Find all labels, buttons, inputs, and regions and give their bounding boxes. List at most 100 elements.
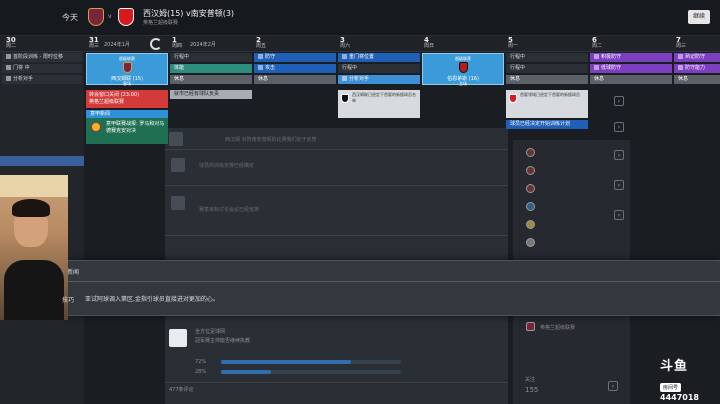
schedule-slot[interactable]: 防守能力 [674, 64, 720, 73]
news-event-header: 意甲新闻 [86, 110, 168, 118]
poll-item[interactable]: 全方位足球网 冠军赛主帅能否继续执教 72% 28% [165, 323, 508, 383]
transfer-window-event[interactable]: 转会窗口关闭 (23:00) 英格兰超级联赛 [86, 90, 168, 108]
schedule-slot[interactable]: 休息 [590, 75, 672, 84]
sidebar-item[interactable] [0, 142, 84, 152]
next-match-competition: 英格兰超级联赛 [143, 20, 179, 26]
calendar-day[interactable]: 3 周六 [340, 37, 350, 50]
webcam-caption: 技巧 [62, 297, 75, 304]
club-crest-icon[interactable] [526, 238, 535, 247]
follow-label: 关注 [525, 377, 536, 383]
schedule-slot[interactable]: 防守 [254, 53, 336, 62]
schedule-slot[interactable]: 分析对手 [2, 75, 82, 84]
calendar-event[interactable]: 球员已经决定开始训练计划 [506, 120, 588, 129]
schedule-slot[interactable]: 攻击 [254, 64, 336, 73]
calendar-day[interactable]: 4 周日 [424, 37, 434, 50]
calendar-day[interactable]: 1 周四 [172, 37, 182, 50]
continue-button[interactable]: 继续 [688, 10, 710, 24]
defense-icon [594, 54, 599, 59]
webcam-person [12, 199, 50, 217]
club-crest-icon[interactable] [526, 184, 535, 193]
webcam-person [4, 260, 64, 320]
dialog-divider [67, 281, 720, 282]
streamer-webcam [0, 175, 68, 320]
feed-footer-count[interactable]: 477条评论 [169, 386, 194, 393]
training-icon [6, 54, 11, 59]
schedule-slot[interactable]: 行程中 [506, 64, 588, 73]
douyu-watermark: 斗鱼 房间号 4447018 [660, 355, 708, 402]
defense-icon [258, 54, 263, 59]
news-avatar-icon [171, 196, 185, 210]
feed-item-text: 西汉姆 对阵南安普顿的比赛我们处于劣势 [225, 137, 317, 143]
news-event[interactable]: 意甲新闻 意甲联赛战报: 罗马和对马德赛克安对决 [86, 110, 168, 144]
calendar-day[interactable]: 5 周一 [508, 37, 518, 50]
calendar-note[interactable]: 首要领域已经定下首要的新援球员 [506, 90, 588, 118]
schedule-slot[interactable]: 行程中 [338, 64, 420, 73]
news-avatar-icon [171, 158, 185, 172]
schedule-slot[interactable]: 休息 [254, 75, 336, 84]
schedule-slot[interactable]: 行程中 [506, 53, 588, 62]
poll-no-bar [221, 370, 401, 374]
sidebar-item[interactable] [0, 128, 84, 138]
poll-question: 冠军赛主帅能否继续执教 [195, 338, 251, 344]
club-crest-icon [341, 94, 349, 103]
schedule-slot[interactable]: 休息 [506, 75, 588, 84]
schedule-slot[interactable]: 重门将位置 [338, 53, 420, 62]
dialog-message: 亚试阿球调入第区,金指引球员直接进对更加的心。 [85, 296, 219, 303]
chevron-right-icon[interactable]: › [614, 180, 624, 190]
follow-count: 155 [525, 386, 539, 394]
chevron-right-icon[interactable]: › [614, 122, 624, 132]
defense-icon [678, 65, 683, 70]
feed-item[interactable]: 赛季目标讨论会议已经安排 [165, 186, 508, 236]
chevron-right-icon[interactable]: › [614, 210, 624, 220]
feed-item[interactable]: 球员的训练安排已经确定 [165, 150, 508, 186]
schedule-slot[interactable]: 积极防守 [590, 53, 672, 62]
calendar-day[interactable]: 7 周三 [676, 37, 686, 50]
club-crest-icon[interactable] [526, 202, 535, 211]
schedule-slot[interactable]: 低球防守 [590, 64, 672, 73]
webcam-background [0, 175, 68, 197]
schedule-slot[interactable]: 门将 中 [2, 64, 82, 73]
calendar-event[interactable]: 就市已经有球队负责 [170, 90, 252, 99]
schedule-slot[interactable]: 休息 [170, 75, 252, 84]
chevron-right-icon[interactable]: › [614, 96, 624, 106]
league-crest-icon [526, 322, 535, 331]
defense-icon [678, 54, 683, 59]
chevron-right-icon[interactable]: › [608, 381, 618, 391]
calendar-note-text: 西汉姆联已经定下首要的新援球员名单 [352, 92, 416, 103]
feed-item-text: 赛季目标讨论会议已经安排 [199, 207, 260, 213]
loading-spinner-icon [150, 38, 162, 50]
calendar-day[interactable]: 30 周二 [6, 37, 16, 50]
club-crest-icon[interactable] [526, 148, 535, 157]
calendar-day[interactable]: 31 周三 [89, 37, 99, 50]
sidebar-item-active[interactable] [0, 156, 84, 166]
room-number: 4447018 [660, 393, 699, 402]
schedule-slot[interactable]: 体能 [170, 64, 252, 73]
club-crest-icon[interactable] [526, 220, 535, 229]
calendar-day[interactable]: 2 周五 [256, 37, 266, 50]
poll-yes-bar [221, 360, 401, 364]
match-card-bournemouth[interactable]: 超级联赛 伯恩茅斯 (16) 主场 [422, 53, 504, 86]
schedule-slot[interactable]: 首阶段训练 - 限时位移 [2, 53, 82, 62]
calendar-day[interactable]: 6 周二 [592, 37, 602, 50]
next-match-title[interactable]: 西汉姆(15) v南安普顿(3) [143, 8, 234, 19]
event-title: 转会窗口关闭 (23:00) [89, 92, 139, 98]
chevron-right-icon[interactable]: › [614, 150, 624, 160]
schedule-slot[interactable]: 行程中 [170, 53, 252, 62]
poll-no-percent: 28% [195, 369, 207, 375]
douyu-logo: 斗鱼 [660, 359, 689, 374]
feed-item[interactable]: 西汉姆 对阵南安普顿的比赛我们处于劣势 [165, 128, 508, 150]
schedule-slot[interactable]: 休息 [674, 75, 720, 84]
sidebar-item[interactable] [0, 100, 84, 110]
schedule-slot[interactable]: 分析对手 [338, 75, 420, 84]
sidebar-item[interactable] [0, 114, 84, 124]
west-ham-crest-icon [88, 8, 104, 26]
sidebar-item[interactable] [0, 86, 84, 96]
calendar-note[interactable]: 西汉姆联已经定下首要的新援球员名单 [338, 90, 420, 118]
match-card-west-ham[interactable]: 超级联赛 西汉姆联 (15) 客场 [86, 53, 168, 86]
today-label[interactable]: 今天 [62, 12, 78, 23]
poll-source: 全方位足球网 [195, 329, 226, 335]
club-crest-icon[interactable] [526, 166, 535, 175]
southampton-crest-icon [509, 94, 517, 103]
schedule-slot[interactable]: 熟记防守 [674, 53, 720, 62]
match-venue: 主场 [459, 81, 467, 86]
